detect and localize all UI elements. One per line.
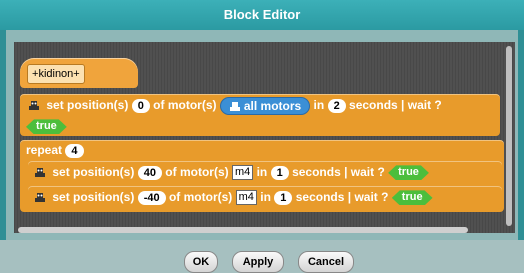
wait-boolean[interactable]: true <box>388 165 429 180</box>
custom-block-prototype[interactable]: +kidinon+ <box>27 64 85 84</box>
cancel-button[interactable]: Cancel <box>298 251 354 273</box>
robot-icon <box>29 100 39 110</box>
block-text: seconds | wait ? <box>292 165 385 179</box>
seconds-input[interactable]: 1 <box>274 190 293 205</box>
block-text: in <box>313 98 325 112</box>
set-position-row-3: set position(s) -40 of motor(s) m4 in 1 … <box>34 188 433 206</box>
repeat-count-input[interactable]: 4 <box>65 143 84 158</box>
seconds-input[interactable]: 1 <box>270 165 289 180</box>
block-text: set position(s) <box>46 98 129 112</box>
wait-boolean[interactable]: true <box>26 119 67 134</box>
set-position-row-1: set position(s) 0 of motor(s) all motors… <box>28 96 442 115</box>
position-input[interactable]: 0 <box>131 98 150 113</box>
block-text: in <box>256 165 268 179</box>
wait-row-1: true <box>26 117 67 135</box>
block-text: of motor(s) <box>153 98 217 112</box>
block-text: set position(s) <box>52 190 135 204</box>
motor-selector[interactable]: all motors <box>219 96 311 115</box>
wait-boolean[interactable]: true <box>392 190 433 205</box>
seconds-input[interactable]: 2 <box>327 98 346 113</box>
vertical-scrollbar[interactable] <box>506 46 512 226</box>
block-text: seconds | wait ? <box>349 98 442 112</box>
block-name: kidinon <box>38 68 74 80</box>
robot-icon <box>35 167 45 177</box>
position-input[interactable]: -40 <box>137 190 166 205</box>
block-text: in <box>260 190 271 204</box>
block-text: seconds | wait ? <box>295 190 389 204</box>
horizontal-scrollbar[interactable] <box>18 227 468 233</box>
block-text: of motor(s) <box>165 165 229 179</box>
motor-input[interactable]: m4 <box>231 165 254 181</box>
repeat-label: repeat <box>26 143 63 157</box>
ok-button[interactable]: OK <box>184 251 218 273</box>
block-text: set position(s) <box>52 165 135 179</box>
position-input[interactable]: 40 <box>137 165 162 180</box>
repeat-header: repeat 4 <box>26 141 84 159</box>
window-title: Block Editor <box>223 7 301 22</box>
robot-icon <box>229 101 240 111</box>
motor-input[interactable]: m4 <box>235 190 257 206</box>
block-text: of motor(s) <box>168 190 233 204</box>
robot-icon <box>35 192 45 202</box>
apply-button[interactable]: Apply <box>232 251 284 273</box>
plus-right[interactable]: + <box>73 68 79 80</box>
motor-selector-label: all motors <box>243 98 302 113</box>
set-position-row-2: set position(s) 40 of motor(s) m4 in 1 s… <box>34 163 429 181</box>
